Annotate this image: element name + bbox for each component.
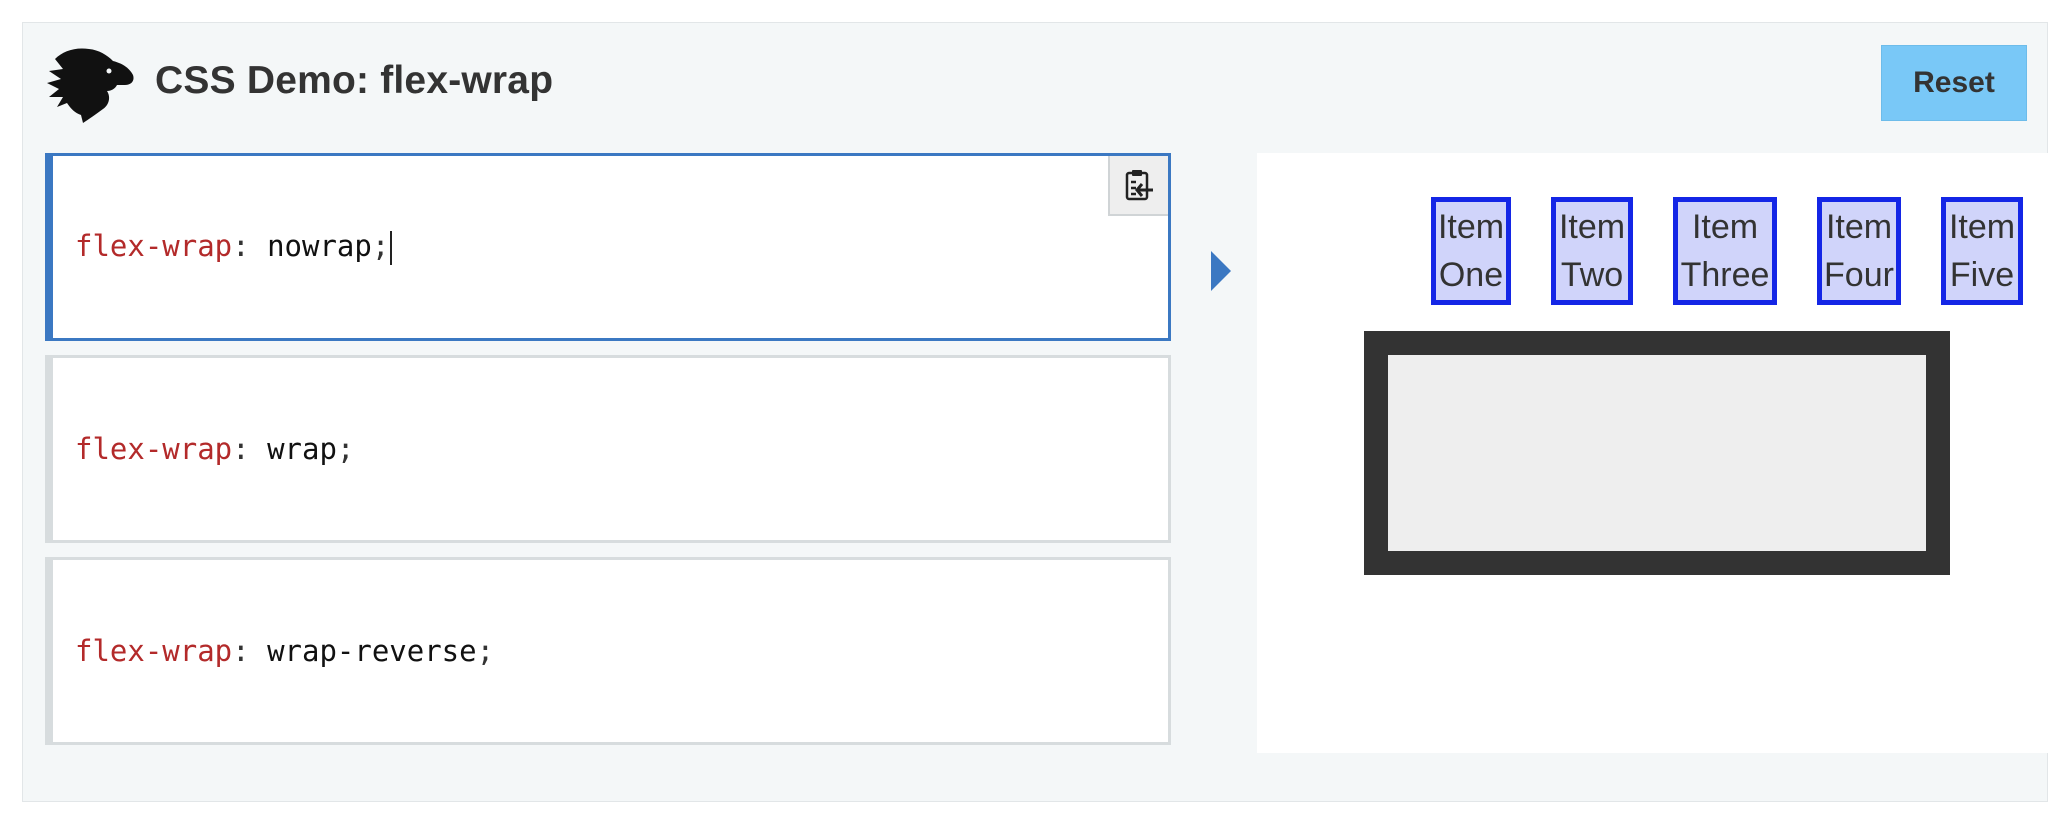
css-colon: : [232,634,268,668]
clipboard-copy-icon[interactable] [1108,156,1168,216]
flex-container [1364,331,1950,575]
flex-item: Item Two [1551,197,1633,305]
flex-container-content [1388,355,1926,551]
item-label-line2: Five [1949,256,2015,294]
flex-item: Item Three [1673,197,1777,305]
css-property: flex-wrap [75,634,233,668]
flex-item: Item Five [1941,197,2023,305]
code-line: flex-wrap: wrap; [75,432,354,466]
demo-frame: CSS Demo: flex-wrap Reset flex-wrap: now… [22,22,2051,802]
choice-wrap-reverse[interactable]: flex-wrap: wrap-reverse; [45,557,1171,745]
item-label-line2: Three [1680,256,1770,294]
css-semicolon: ; [371,229,390,263]
css-property: flex-wrap [75,229,233,263]
reset-button[interactable]: Reset [1881,45,2027,121]
css-semicolon: ; [476,634,495,668]
flex-item: Item One [1431,197,1511,305]
css-colon: : [232,432,268,466]
item-label-line1: Item [1558,208,1626,246]
example-choices: flex-wrap: nowrap; flex-wrap: wrap; flex… [45,153,1193,759]
choice-nowrap[interactable]: flex-wrap: nowrap; [45,153,1171,341]
header: CSS Demo: flex-wrap Reset [23,23,2047,151]
css-value: wrap [267,432,337,466]
flex-item: Item Four [1817,197,1901,305]
dinosaur-head-icon [45,45,137,123]
page-title: CSS Demo: flex-wrap [155,59,554,102]
code-line: flex-wrap: nowrap; [75,229,393,265]
item-label-line1: Item [1948,208,2016,246]
code-line: flex-wrap: wrap-reverse; [75,634,494,668]
output-panel: Item One Item Two Item Three Item Four I… [1257,153,2051,753]
choice-wrap[interactable]: flex-wrap: wrap; [45,355,1171,543]
item-label-line2: One [1438,256,1504,294]
item-label-line2: Two [1560,256,1624,294]
item-label-line2: Four [1824,256,1894,294]
item-label-line1: Item [1437,208,1505,246]
item-label-line1: Item [1691,208,1759,246]
css-colon: : [232,229,268,263]
css-value: nowrap [267,229,372,263]
css-value: wrap-reverse [267,634,477,668]
text-caret [390,231,393,265]
item-label-line1: Item [1825,208,1893,246]
css-property: flex-wrap [75,432,233,466]
css-semicolon: ; [336,432,355,466]
selected-arrow-icon [1211,251,1231,291]
